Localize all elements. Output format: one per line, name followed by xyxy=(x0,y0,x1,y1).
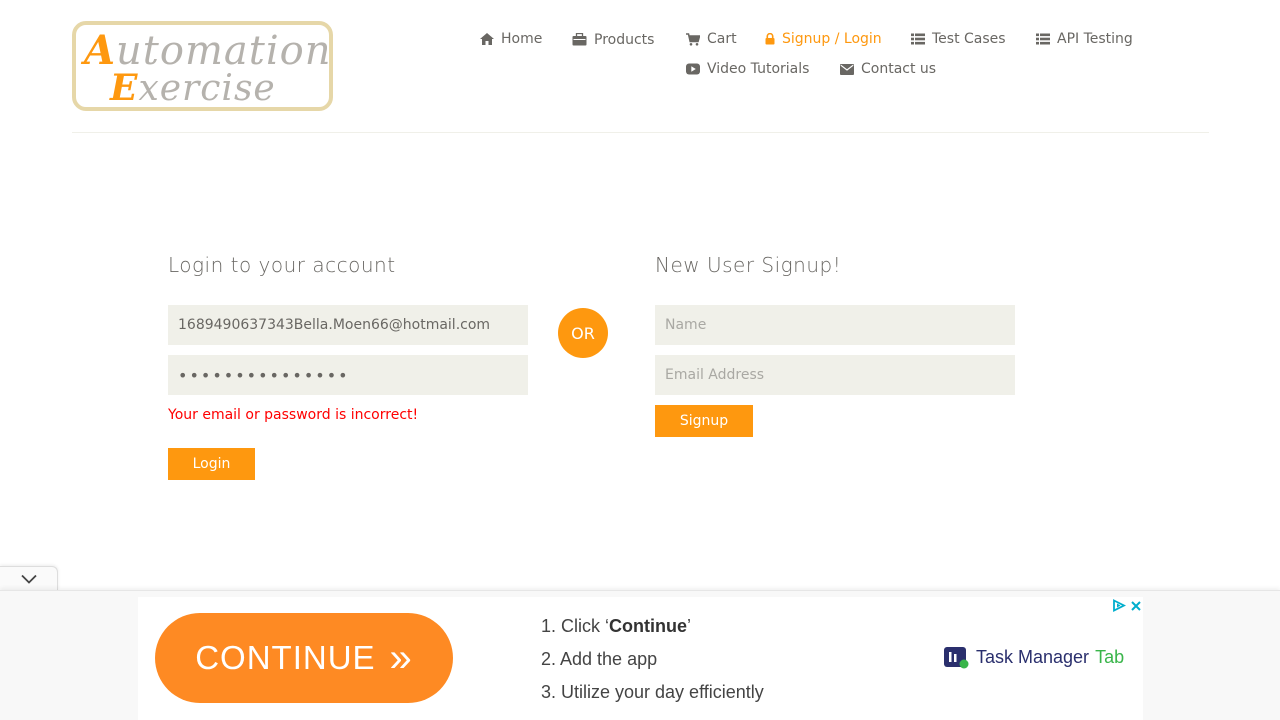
briefcase-icon xyxy=(572,32,587,45)
cart-icon xyxy=(686,32,700,46)
signup-name-input[interactable] xyxy=(655,305,1015,345)
ad-continue-button[interactable]: CONTINUE » xyxy=(155,613,453,703)
envelope-icon xyxy=(840,63,854,75)
ad-collapse-toggle[interactable] xyxy=(0,566,58,591)
ad-step-3: 3. Utilize your day efficiently xyxy=(541,682,764,702)
nav-video-tutorials-label: Video Tutorials xyxy=(707,61,810,77)
ad-step-1: 1. Click ‘Continue’ xyxy=(541,616,692,636)
list-icon xyxy=(911,33,925,45)
nav-products-label: Products xyxy=(594,32,655,48)
task-manager-logo-icon xyxy=(944,647,969,669)
ad-steps: 1. Click ‘Continue’ 2. Add the app 3. Ut… xyxy=(541,613,764,712)
login-button[interactable]: Login xyxy=(168,448,255,480)
logo-line-2: Exercise xyxy=(110,67,276,109)
lock-icon xyxy=(765,33,775,45)
nav-contact-us-label: Contact us xyxy=(861,61,937,77)
nav-test-cases[interactable]: Test Cases xyxy=(911,31,1006,47)
signup-title: New User Signup! xyxy=(655,253,842,277)
or-separator: OR xyxy=(558,308,608,358)
ad-continue-label: CONTINUE xyxy=(195,639,376,676)
double-chevron-right-icon: » xyxy=(389,636,413,680)
nav-products[interactable]: Products xyxy=(572,31,655,48)
login-error-message: Your email or password is incorrect! xyxy=(168,407,419,423)
list-icon xyxy=(1036,33,1050,45)
nav-signup-login[interactable]: Signup / Login xyxy=(765,31,882,47)
home-icon xyxy=(480,33,494,45)
ad-brand: Task Manager Tab xyxy=(944,645,1124,669)
chevron-down-icon xyxy=(20,574,37,584)
nav-api-testing-label: API Testing xyxy=(1057,31,1133,47)
ad-brand-name: Task Manager xyxy=(976,646,1090,667)
youtube-play-icon xyxy=(686,63,700,75)
nav-signup-login-label: Signup / Login xyxy=(782,31,882,47)
nav-home-label: Home xyxy=(501,31,543,47)
nav-test-cases-label: Test Cases xyxy=(932,31,1006,47)
ad-choices-play-icon[interactable] xyxy=(1112,599,1126,612)
ad-choices[interactable] xyxy=(1112,599,1142,612)
nav-video-tutorials[interactable]: Video Tutorials xyxy=(686,61,809,77)
site-logo[interactable]: Automation Exercise xyxy=(72,21,333,111)
login-email-input[interactable] xyxy=(168,305,528,345)
nav-contact-us[interactable]: Contact us xyxy=(840,61,936,77)
close-icon[interactable] xyxy=(1130,600,1142,612)
nav-api-testing[interactable]: API Testing xyxy=(1036,31,1133,47)
signup-email-input[interactable] xyxy=(655,355,1015,395)
login-password-input[interactable] xyxy=(168,355,528,395)
ad-banner[interactable]: CONTINUE » 1. Click ‘Continue’ 2. Add th… xyxy=(138,597,1143,720)
nav-home[interactable]: Home xyxy=(480,31,542,47)
ad-step-2: 2. Add the app xyxy=(541,649,658,669)
signup-button[interactable]: Signup xyxy=(655,405,753,437)
ad-brand-tab: Tab xyxy=(1095,646,1125,667)
login-title: Login to your account xyxy=(168,253,396,277)
nav-cart-label: Cart xyxy=(707,31,737,47)
nav-cart[interactable]: Cart xyxy=(686,31,737,47)
header-divider xyxy=(72,132,1209,133)
